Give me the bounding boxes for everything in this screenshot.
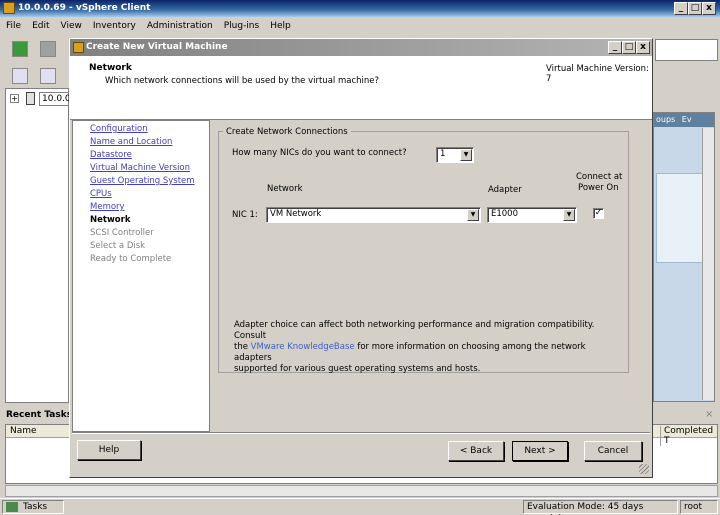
tab-strip: oups Ev <box>654 113 714 127</box>
nic1-adapter-select[interactable]: E1000 ▼ <box>487 207 577 223</box>
back-arrow-icon[interactable] <box>12 41 28 57</box>
step-vm-version[interactable]: Virtual Machine Version <box>90 163 190 173</box>
nic-question: How many NICs do you want to connect? <box>232 148 407 158</box>
menu-administration[interactable]: Administration <box>141 17 218 31</box>
expand-icon[interactable]: + <box>10 94 19 103</box>
inventory-tree: + 10.0.0 <box>5 88 74 403</box>
help-line-3: supported for various guest operating sy… <box>234 364 481 374</box>
host-icon <box>26 92 35 105</box>
nic1-network-select[interactable]: VM Network ▼ <box>266 207 481 223</box>
menu-view[interactable]: View <box>55 17 87 31</box>
col-adapter-header: Adapter <box>488 185 522 195</box>
refresh-icon[interactable] <box>40 68 56 84</box>
tasks-icon <box>6 502 18 512</box>
search-input[interactable] <box>655 39 718 61</box>
menu-file[interactable]: File <box>0 17 26 31</box>
minimize-icon[interactable]: _ <box>674 2 688 15</box>
dialog-header: Network Which network connections will b… <box>70 56 652 120</box>
nic1-network-value: VM Network <box>270 209 322 219</box>
chevron-down-icon[interactable]: ▼ <box>563 209 575 221</box>
inventory-icon[interactable] <box>12 68 28 84</box>
next-button[interactable]: Next > <box>512 441 568 461</box>
horizontal-scrollbar[interactable] <box>5 485 718 497</box>
diagram-illustration <box>656 173 706 263</box>
col-completed[interactable]: Completed T <box>660 426 717 446</box>
vm-version: Virtual Machine Version: 7 <box>546 64 649 84</box>
user-status: root <box>680 500 718 514</box>
vsphere-app-icon <box>3 2 15 14</box>
menu-inventory[interactable]: Inventory <box>87 17 141 31</box>
dialog-close-icon[interactable]: x <box>636 41 650 54</box>
help-line-2a: the <box>234 342 251 352</box>
vertical-scrollbar[interactable] <box>702 128 714 400</box>
menu-help[interactable]: Help <box>264 17 296 31</box>
wizard-steps: Configuration Name and Location Datastor… <box>72 120 210 432</box>
forward-arrow-icon[interactable] <box>40 41 56 57</box>
nic1-adapter-value: E1000 <box>491 209 519 219</box>
col-connect-header: Connect at <box>576 172 623 182</box>
tab-groups[interactable]: oups <box>656 115 675 124</box>
group-label: Create Network Connections <box>223 127 351 137</box>
step-network: Network <box>90 215 131 225</box>
step-ready-complete: Ready to Complete <box>90 254 172 264</box>
kb-link[interactable]: VMware KnowledgeBase <box>251 342 355 352</box>
step-name-location[interactable]: Name and Location <box>90 137 172 147</box>
header-title: Network <box>89 63 132 73</box>
tasks-label: Tasks <box>23 502 48 512</box>
step-memory[interactable]: Memory <box>90 202 125 212</box>
resize-grip-icon[interactable] <box>639 464 649 474</box>
nic1-connect-checkbox[interactable]: ✓ <box>593 208 604 219</box>
col-name[interactable]: Name <box>10 426 37 436</box>
step-datastore[interactable]: Datastore <box>90 150 132 160</box>
maximize-icon[interactable]: □ <box>688 2 702 15</box>
footer-divider <box>72 432 650 434</box>
step-select-disk: Select a Disk <box>90 241 146 251</box>
step-cpus[interactable]: CPUs <box>90 189 112 199</box>
chevron-down-icon[interactable]: ▼ <box>467 209 479 221</box>
create-vm-dialog: Create New Virtual Machine _ □ x Network… <box>69 38 653 478</box>
menu-bar: File Edit View Inventory Administration Plug-… <box>0 17 720 36</box>
nic-count-select[interactable]: 1 ▼ <box>436 147 474 163</box>
back-button[interactable]: < Back <box>448 441 504 461</box>
col-network-header: Network <box>267 184 303 194</box>
step-scsi-controller: SCSI Controller <box>90 228 154 238</box>
close-tasks-icon[interactable]: × <box>705 409 713 420</box>
adapter-help-text: Adapter choice can affect both networkin… <box>234 320 624 375</box>
help-line-1: Adapter choice can affect both networkin… <box>234 320 595 341</box>
dialog-title: Create New Virtual Machine <box>86 42 228 52</box>
cancel-button[interactable]: Cancel <box>584 441 642 461</box>
header-subtitle: Which network connections will be used b… <box>105 76 380 86</box>
right-panel: oups Ev <box>653 112 715 402</box>
chevron-down-icon[interactable]: ▼ <box>460 149 472 161</box>
tab-events[interactable]: Ev <box>682 115 692 124</box>
help-button[interactable]: Help <box>77 440 141 460</box>
dialog-titlebar: Create New Virtual Machine <box>70 39 652 56</box>
step-guest-os[interactable]: Guest Operating System <box>90 176 195 186</box>
dialog-minimize-icon[interactable]: _ <box>608 41 622 54</box>
dialog-maximize-icon[interactable]: □ <box>622 41 636 54</box>
status-bar: Tasks Evaluation Mode: 45 days remaining… <box>0 498 720 515</box>
window-titlebar: 10.0.0.69 - vSphere Client <box>0 0 720 17</box>
col-connect-header-2: Power On <box>578 183 619 193</box>
recent-tasks-title: Recent Tasks <box>6 410 73 420</box>
nic-count-value: 1 <box>440 149 446 159</box>
window-title: 10.0.0.69 - vSphere Client <box>18 3 151 13</box>
menu-edit[interactable]: Edit <box>26 17 54 31</box>
menu-plugins[interactable]: Plug-ins <box>218 17 265 31</box>
close-icon[interactable]: x <box>702 2 716 15</box>
nic1-label: NIC 1: <box>232 210 258 220</box>
step-configuration[interactable]: Configuration <box>90 124 148 134</box>
evaluation-status: Evaluation Mode: 45 days remaining <box>523 500 678 515</box>
dialog-app-icon <box>73 42 84 53</box>
